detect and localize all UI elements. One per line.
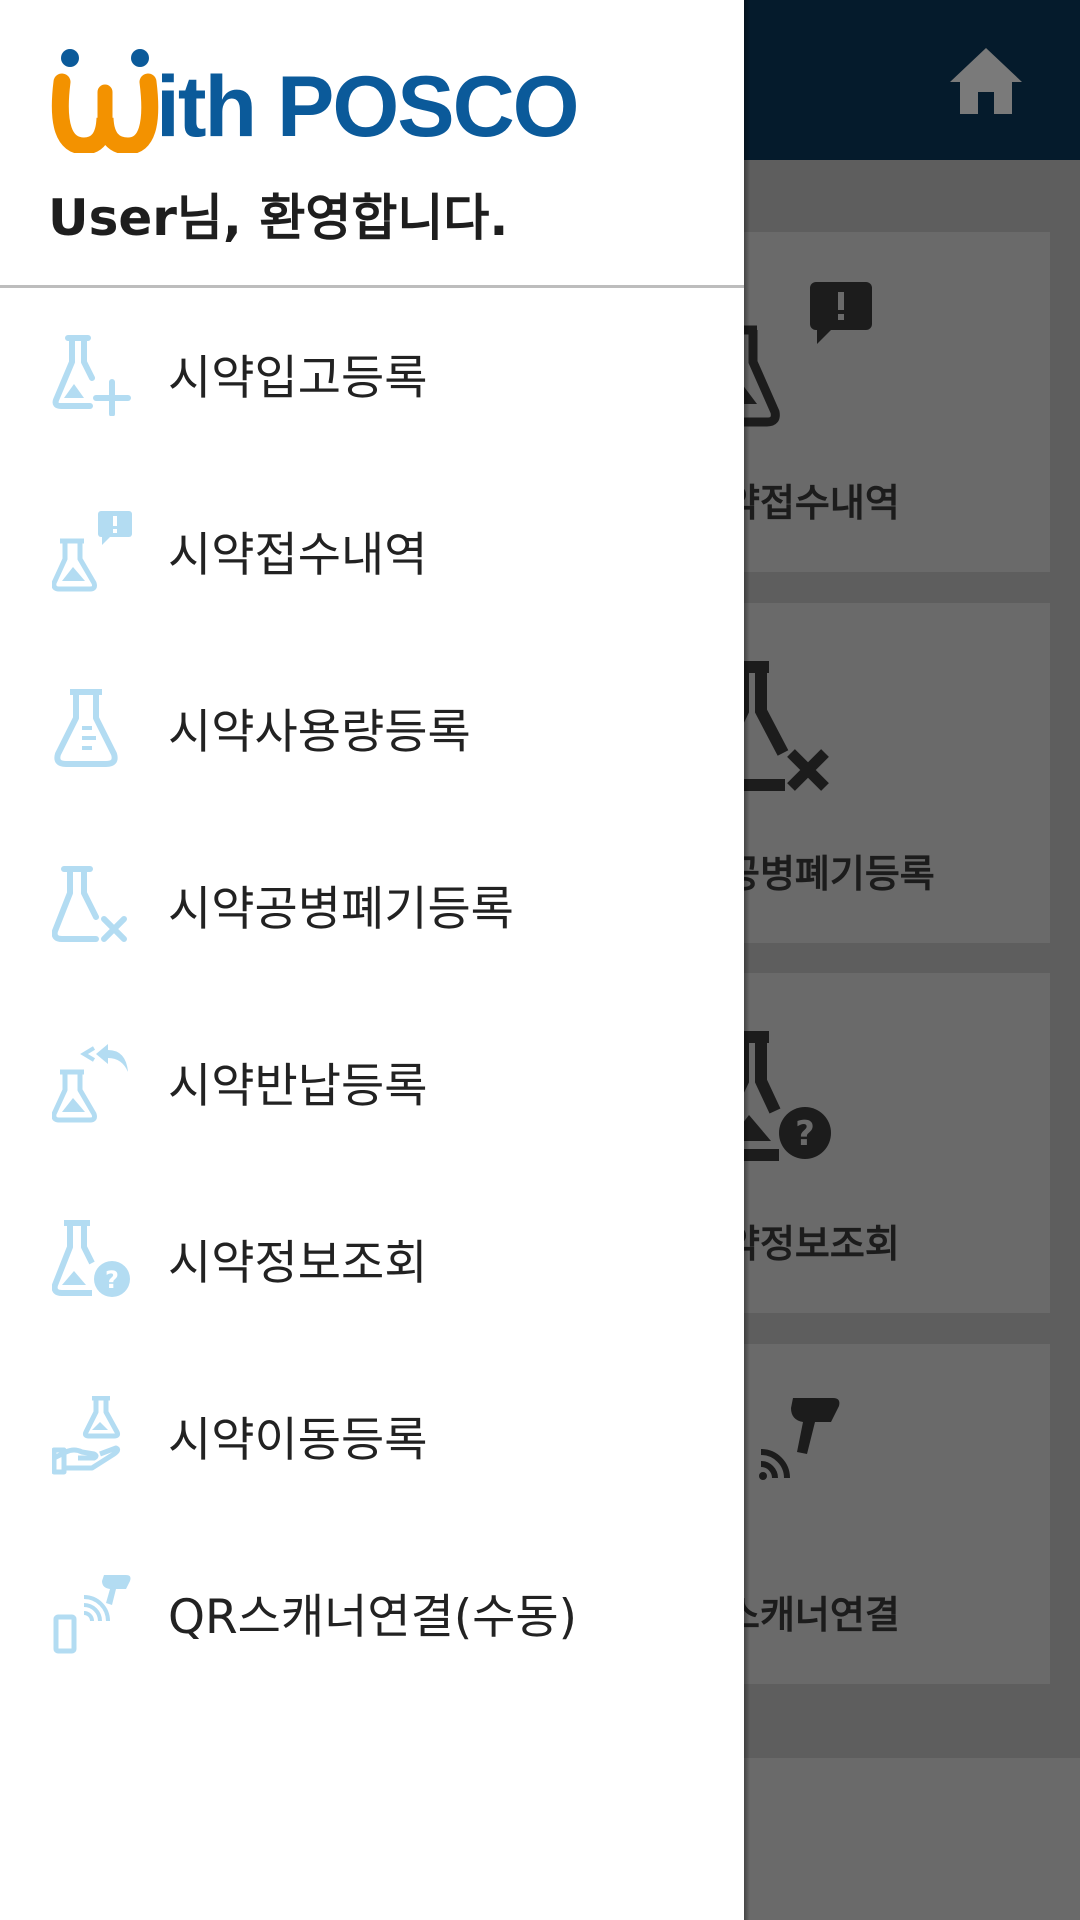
card-scanner-connect[interactable]: 스캐너연결	[705, 1344, 1050, 1684]
menu-item-usage-register[interactable]: 시약사용량등록	[0, 644, 744, 821]
svg-text:?: ?	[795, 1114, 815, 1154]
menu-item-label: QR스캐너연결(수동)	[168, 1590, 578, 1645]
flask-plus-icon	[52, 335, 131, 416]
card-label: 약정보조회	[725, 1222, 900, 1266]
menu-item-label: 시약정보조회	[168, 1236, 428, 1291]
logo-text: ith POSCO	[156, 59, 580, 155]
card-bottle-disposal[interactable]: 공병폐기등록	[705, 603, 1050, 943]
card-label: 스캐너연결	[725, 1593, 900, 1637]
menu-item-label: 시약반납등록	[168, 1059, 428, 1114]
navigation-drawer: ith POSCO User님, 환영합니다. 시약입고등록 시약접수내역 시약…	[0, 0, 744, 1920]
flask-measure-icon	[54, 689, 118, 767]
phone-scanner-icon	[53, 1575, 131, 1654]
flask-return-icon	[52, 1044, 128, 1123]
menu-item-label: 시약입고등록	[168, 351, 428, 406]
hand-flask-icon	[52, 1396, 121, 1475]
menu-item-label: 시약공병폐기등록	[168, 882, 514, 937]
flask-x-icon	[52, 866, 127, 942]
svg-text:?: ?	[105, 1266, 119, 1294]
menu-item-reagent-info[interactable]: ? 시약정보조회	[0, 1175, 744, 1352]
drawer-menu: 시약입고등록 시약접수내역 시약사용량등록 시약공병폐기등록 시약반납등록 ? …	[0, 290, 744, 1706]
card-label: 공병폐기등록	[725, 852, 935, 896]
drawer-header: ith POSCO User님, 환영합니다.	[0, 0, 744, 288]
menu-item-qr-scanner-connect[interactable]: QR스캐너연결(수동)	[0, 1529, 744, 1706]
menu-item-bottle-disposal[interactable]: 시약공병폐기등록	[0, 821, 744, 998]
menu-item-reagent-move[interactable]: 시약이동등록	[0, 1352, 744, 1529]
card-reagent-receipt[interactable]: 약접수내역	[705, 232, 1050, 572]
flask-alert-icon	[52, 511, 132, 592]
menu-item-reagent-intake[interactable]: 시약입고등록	[0, 290, 744, 467]
welcome-message: User님, 환영합니다.	[48, 189, 509, 247]
menu-item-label: 시약이동등록	[168, 1413, 428, 1468]
home-icon[interactable]	[948, 46, 1024, 116]
flask-question-icon: ?	[52, 1220, 130, 1297]
card-reagent-info[interactable]: ? 약정보조회	[705, 973, 1050, 1313]
menu-item-reagent-receipt[interactable]: 시약접수내역	[0, 467, 744, 644]
card-label: 약접수내역	[725, 481, 900, 525]
logo-w-icon	[51, 49, 159, 153]
menu-item-label: 시약사용량등록	[168, 705, 471, 760]
bottom-panel	[705, 1758, 1080, 1920]
menu-item-reagent-return[interactable]: 시약반납등록	[0, 998, 744, 1175]
menu-item-label: 시약접수내역	[168, 528, 428, 583]
drawer-shadow	[744, 0, 750, 1920]
